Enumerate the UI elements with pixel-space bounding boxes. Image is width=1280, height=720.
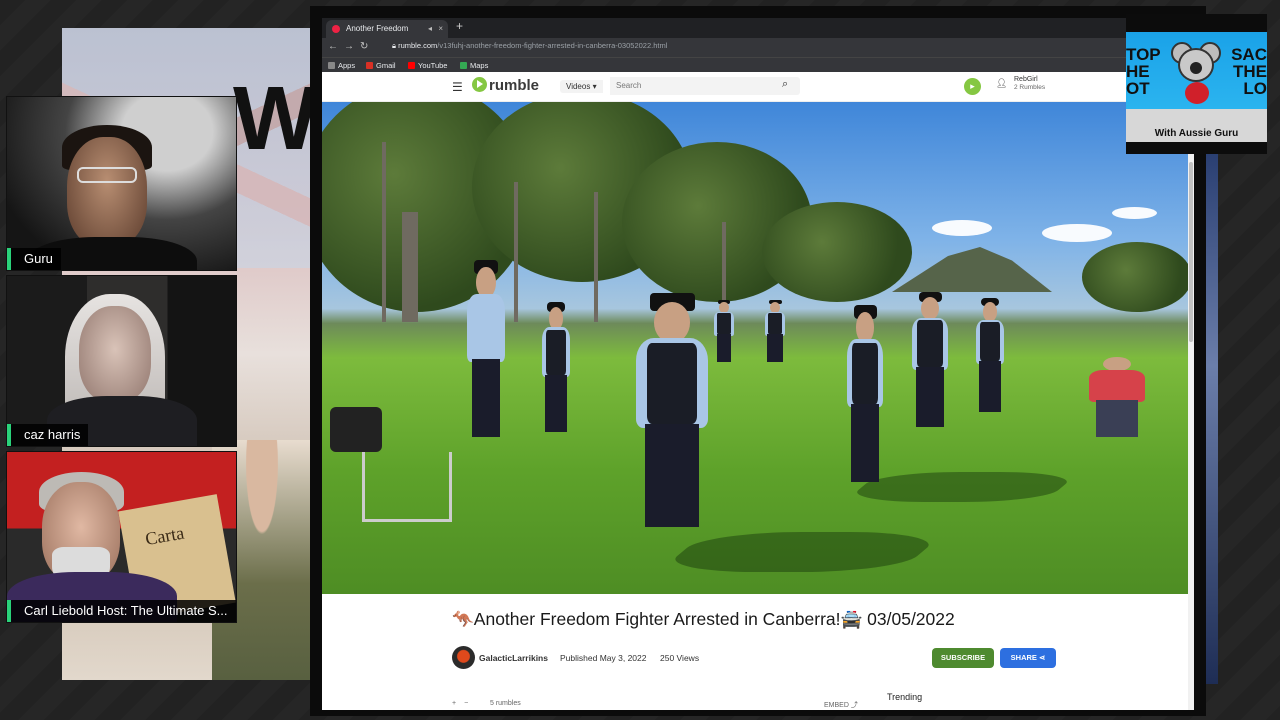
- apps-grid-icon: [328, 62, 335, 69]
- participant-name: Guru: [7, 248, 61, 270]
- reload-icon[interactable]: ↻: [360, 41, 374, 52]
- police-officer: [712, 299, 736, 362]
- bookmark-maps[interactable]: Maps: [460, 61, 488, 70]
- webcam-tile-guru: Guru: [6, 96, 237, 271]
- youtube-icon: [408, 62, 415, 69]
- participant-name: Carl Liebold Host: The Ultimate S...: [7, 600, 236, 622]
- new-tab-button[interactable]: +: [456, 19, 463, 33]
- upload-video-icon[interactable]: ▸: [964, 78, 981, 95]
- police-officer: [538, 302, 574, 432]
- shared-browser-window: Another Freedom ◂ × + ⌄ ←→↻ 🔒︎ rumble.co…: [310, 6, 1206, 716]
- webcam-tile-caz-harris: caz harris: [6, 275, 237, 447]
- koala-mascot-icon: [1171, 42, 1221, 104]
- police-officer: [842, 305, 888, 482]
- video-player[interactable]: [322, 102, 1188, 594]
- police-officer: [972, 297, 1008, 412]
- participant-face: [79, 306, 151, 402]
- back-icon[interactable]: ←: [328, 41, 344, 52]
- page-scrollbar[interactable]: [1188, 102, 1194, 710]
- logo-text-left: TOP HE OT: [1126, 45, 1161, 98]
- video-actions-row: +− 5 rumbles EMBED ⤴ Trending: [452, 692, 1058, 710]
- menu-icon[interactable]: ☰: [452, 80, 463, 94]
- url-field[interactable]: 🔒︎ rumble.com/v13fuhj-another-freedom-fi…: [392, 41, 667, 51]
- logo-tagline: With Aussie Guru: [1154, 128, 1239, 139]
- channel-avatar[interactable]: [452, 646, 475, 669]
- right-edge-strip: [1206, 154, 1218, 684]
- bookmark-apps[interactable]: Apps: [328, 61, 355, 70]
- trending-heading: Trending: [887, 692, 923, 702]
- bookmark-youtube[interactable]: YouTube: [408, 61, 447, 70]
- participant-face: [67, 137, 147, 247]
- share-button[interactable]: SHARE ⋖: [1000, 648, 1056, 668]
- show-logo-art: TOP HE OT SAC THE LO With Aussie Guru: [1126, 32, 1267, 142]
- view-count: 250 Views: [660, 653, 700, 663]
- video-title: 🦘Another Freedom Fighter Arrested in Can…: [452, 609, 955, 629]
- tab-title: Another Freedom: [346, 24, 409, 33]
- browser: Another Freedom ◂ × + ⌄ ←→↻ 🔒︎ rumble.co…: [322, 18, 1194, 710]
- category-select[interactable]: Videos ▾: [560, 80, 603, 93]
- speaker-icon[interactable]: ◂: [428, 20, 432, 38]
- police-officer: [462, 260, 510, 437]
- kangaroo-favicon-icon: [332, 25, 340, 33]
- police-officer: [762, 299, 788, 362]
- search-icon[interactable]: ⌕: [782, 78, 788, 91]
- logo-text-right: SAC THE LO: [1231, 45, 1267, 98]
- maps-pin-icon: [460, 62, 467, 69]
- channel-name[interactable]: GalacticLarrikins: [479, 653, 548, 663]
- bookmark-gmail[interactable]: Gmail: [366, 61, 396, 70]
- forward-icon[interactable]: →: [344, 41, 360, 52]
- gmail-icon: [366, 62, 373, 69]
- bookmarks-bar: Apps Gmail YouTube Maps: [322, 57, 1194, 72]
- folding-chair: [362, 452, 452, 522]
- show-logo: TOP HE OT SAC THE LO With Aussie Guru: [1126, 14, 1267, 154]
- webcam-tile-carl-liebold: Carta Carl Liebold Host: The Ultimate S.…: [6, 451, 237, 623]
- browser-tab[interactable]: Another Freedom ◂ ×: [326, 20, 448, 38]
- chevron-down-icon: ▾: [592, 82, 597, 91]
- user-icon: 👤︎: [996, 78, 1008, 88]
- rumble-play-icon: [472, 77, 487, 92]
- embed-icon: ⤴: [850, 702, 858, 709]
- scrollbar-thumb[interactable]: [1189, 162, 1193, 342]
- black-bag: [330, 407, 382, 452]
- participant-name: caz harris: [7, 424, 89, 446]
- rumble-count: 5 rumbles: [490, 700, 521, 707]
- search-input[interactable]: Search: [610, 77, 800, 95]
- police-officer-center: [627, 293, 717, 527]
- stream-stage: W Guru caz harris Carta Carl Liebold Hos…: [0, 0, 1280, 720]
- address-bar: ←→↻ 🔒︎ rumble.com/v13fuhj-another-freedo…: [322, 38, 1194, 57]
- rumble-header: ☰ rumble Videos ▾ Search ⌕ ▸ 👤︎ RebGirl …: [322, 72, 1194, 102]
- tab-bar: Another Freedom ◂ × + ⌄: [322, 18, 1194, 38]
- user-menu[interactable]: 👤︎ RebGirl 2 Rumbles: [996, 76, 1045, 91]
- mountain: [892, 247, 1052, 292]
- downvote-icon[interactable]: −: [464, 700, 476, 707]
- video-meta: GalacticLarrikins Published May 3, 2022 …: [452, 646, 1058, 670]
- upvote-icon[interactable]: +: [452, 700, 464, 707]
- embed-button[interactable]: EMBED ⤴: [824, 700, 858, 710]
- poster-letter: W: [233, 69, 312, 169]
- close-tab-icon[interactable]: ×: [438, 20, 443, 38]
- police-officer: [907, 291, 953, 427]
- rumble-logo[interactable]: rumble: [472, 77, 539, 94]
- published-date: Published May 3, 2022: [560, 653, 647, 663]
- subscribe-button[interactable]: SUBSCRIBE: [932, 648, 994, 668]
- share-icon: ⋖: [1039, 653, 1046, 662]
- seated-person: [1082, 357, 1152, 437]
